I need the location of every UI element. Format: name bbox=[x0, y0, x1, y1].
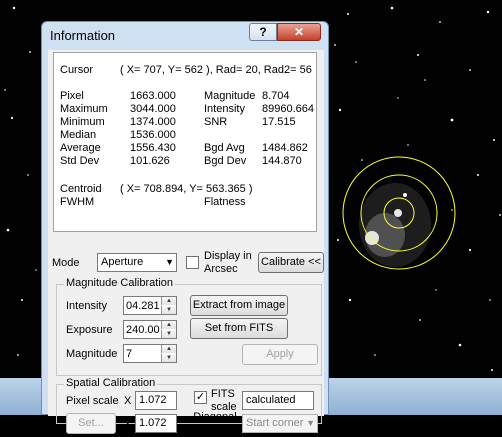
flatness-label: Flatness bbox=[204, 196, 246, 208]
set-scale-button[interactable]: Set... bbox=[66, 413, 116, 434]
stat-label-median: Median bbox=[60, 129, 97, 141]
intensity-label: Intensity bbox=[66, 300, 107, 312]
stepper-up-icon[interactable]: ▲ bbox=[161, 345, 176, 353]
stat-label-pixel: Pixel bbox=[60, 90, 84, 102]
centroid-label: Centroid bbox=[60, 183, 102, 195]
stat-label-stddev: Std Dev bbox=[60, 155, 100, 167]
calibrate-button[interactable]: Calibrate << bbox=[258, 252, 324, 273]
spatial-calibration-title: Spatial Calibration bbox=[64, 377, 158, 390]
arcsec-checkbox[interactable] bbox=[186, 256, 199, 269]
set-from-fits-button[interactable]: Set from FITS bbox=[190, 318, 288, 339]
corner-select-value: Start corner bbox=[246, 417, 304, 429]
stat-label-intensity: Intensity bbox=[204, 103, 245, 115]
window-title: Information bbox=[50, 28, 116, 43]
apply-button[interactable]: Apply bbox=[242, 344, 318, 365]
exposure-stepper[interactable]: ▲ ▼ bbox=[123, 320, 177, 339]
extract-from-image-button[interactable]: Extract from image bbox=[190, 295, 288, 316]
cursor-value: ( X= 707, Y= 562 ), Rad= 20, Rad2= 56 bbox=[120, 64, 312, 76]
stepper-up-icon[interactable]: ▲ bbox=[161, 321, 176, 329]
corner-select[interactable]: Start corner ▼ bbox=[242, 414, 318, 433]
stat-label-magnitude: Magnitude bbox=[204, 90, 256, 102]
window-client-area: Cursor ( X= 707, Y= 562 ), Rad= 20, Rad2… bbox=[48, 50, 324, 436]
stat-label-bgd-avg: Bgd Avg bbox=[204, 142, 245, 154]
intensity-stepper[interactable]: ▲ ▼ bbox=[123, 296, 177, 315]
chevron-down-icon: ▼ bbox=[306, 418, 315, 428]
stat-value-minimum: 1374.000 bbox=[130, 116, 176, 128]
centroid-value: ( X= 708.894, Y= 563.365 ) bbox=[120, 183, 253, 195]
stepper-down-icon[interactable]: ▼ bbox=[161, 306, 176, 314]
mode-select[interactable]: Aperture ▼ bbox=[97, 253, 177, 272]
stat-label-snr: SNR bbox=[204, 116, 228, 128]
exposure-label: Exposure bbox=[66, 324, 113, 336]
stat-label-maximum: Maximum bbox=[60, 103, 108, 115]
stat-label-minimum: Minimum bbox=[60, 116, 105, 128]
fwhm-label: FWHM bbox=[60, 196, 95, 208]
stat-value-pixel: 1663.000 bbox=[130, 90, 176, 102]
stat-value-maximum: 3044.000 bbox=[130, 103, 176, 115]
stat-value-snr: 17.515 bbox=[262, 116, 296, 128]
stat-value-bgd-avg: 1484.862 bbox=[262, 142, 308, 154]
stat-value-intensity: 89960.664 bbox=[262, 103, 314, 115]
close-button[interactable]: ✕ bbox=[277, 23, 321, 41]
arcsec-label: Display in Arcsec bbox=[204, 250, 252, 275]
scale-y-field[interactable]: 1.072 bbox=[135, 414, 177, 433]
stat-value-average: 1556.430 bbox=[130, 142, 176, 154]
intensity-input[interactable] bbox=[125, 298, 163, 313]
mode-label: Mode bbox=[52, 257, 80, 269]
fits-scale-checkbox[interactable]: ✓ bbox=[194, 391, 207, 404]
pixel-scale-label: Pixel scale bbox=[66, 395, 119, 407]
stat-value-bgd-dev: 144.870 bbox=[262, 155, 302, 167]
magnitude-input[interactable] bbox=[125, 346, 163, 361]
stat-value-magnitude: 8.704 bbox=[262, 90, 290, 102]
x-label: X bbox=[124, 395, 132, 407]
magnitude-calibration-title: Magnitude Calibration bbox=[64, 277, 176, 290]
chevron-down-icon: ▼ bbox=[165, 257, 174, 267]
stat-label-bgd-dev: Bgd Dev bbox=[204, 155, 247, 167]
mode-select-value: Aperture bbox=[101, 256, 144, 268]
stat-label-average: Average bbox=[60, 142, 101, 154]
statistics-panel: Cursor ( X= 707, Y= 562 ), Rad= 20, Rad2… bbox=[53, 52, 317, 232]
magnitude-label: Magnitude bbox=[66, 348, 118, 360]
cursor-label: Cursor bbox=[60, 64, 94, 76]
stepper-up-icon[interactable]: ▲ bbox=[161, 297, 176, 305]
stepper-down-icon[interactable]: ▼ bbox=[161, 330, 176, 338]
scale-x-field[interactable]: 1.072 bbox=[135, 391, 177, 410]
stat-value-median: 1536.000 bbox=[130, 129, 176, 141]
stat-value-stddev: 101.626 bbox=[130, 155, 170, 167]
magnitude-stepper[interactable]: ▲ ▼ bbox=[123, 344, 177, 363]
exposure-input[interactable] bbox=[125, 322, 163, 337]
calculated-field[interactable]: calculated bbox=[242, 391, 314, 410]
help-button[interactable]: ? bbox=[249, 23, 277, 41]
y-label: Y bbox=[124, 418, 132, 430]
title-bar[interactable]: Information ? ✕ bbox=[42, 22, 328, 50]
information-window: Information ? ✕ Cursor ( X= 707, Y= 562 … bbox=[41, 21, 329, 436]
stepper-down-icon[interactable]: ▼ bbox=[161, 354, 176, 362]
